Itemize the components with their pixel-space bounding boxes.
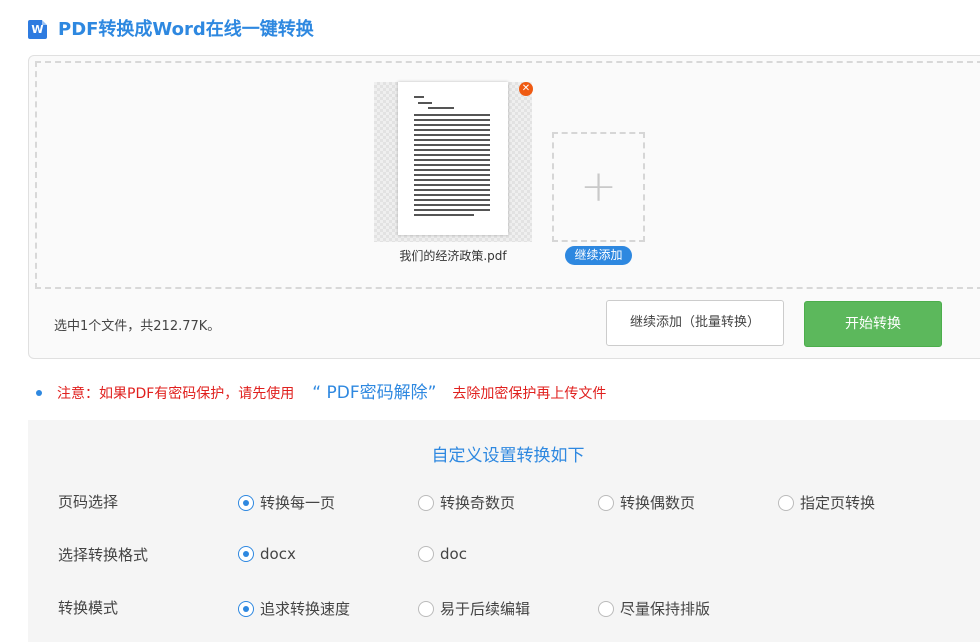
settings-title: 自定义设置转换如下 xyxy=(431,446,585,466)
option-mode-editable[interactable]: 易于后续编辑 xyxy=(418,598,530,619)
radio-checked-icon xyxy=(238,600,254,617)
option-convert-even-pages[interactable]: 转换偶数页 xyxy=(598,492,695,513)
notice-suffix: 去除加密保护再上传文件 xyxy=(452,386,607,402)
page-selection-label: 页码选择 xyxy=(58,493,119,511)
radio-unchecked-icon xyxy=(598,600,614,617)
word-icon: W xyxy=(28,20,47,39)
selected-files-info: 选中1个文件，共212.77K。 xyxy=(54,319,221,334)
pdf-unlock-link[interactable]: “ PDF密码解除” xyxy=(312,383,436,403)
option-mode-keep-layout[interactable]: 尽量保持排版 xyxy=(598,598,710,619)
file-name: 我们的经济政策.pdf xyxy=(399,249,507,263)
add-more-badge[interactable]: 继续添加 xyxy=(565,246,632,265)
continue-add-batch-button[interactable]: 继续添加（批量转换） xyxy=(606,300,784,346)
conversion-mode-label: 转换模式 xyxy=(58,599,119,617)
plus-icon: + xyxy=(580,161,617,212)
radio-checked-icon xyxy=(238,494,254,511)
option-format-doc[interactable]: doc xyxy=(418,545,467,563)
start-convert-button[interactable]: 开始转换 xyxy=(804,301,942,347)
option-mode-speed[interactable]: 追求转换速度 xyxy=(238,598,350,619)
password-notice: 注意：如果PDF有密码保护，请先使用 “ PDF密码解除” 去除加密保护再上传文件 xyxy=(57,383,606,404)
page-title: PDF转换成Word在线一键转换 xyxy=(58,19,314,40)
format-selection-label: 选择转换格式 xyxy=(58,546,149,564)
pdf-page-thumbnail xyxy=(398,82,508,235)
option-format-docx[interactable]: docx xyxy=(238,545,296,563)
radio-unchecked-icon xyxy=(418,600,434,617)
radio-unchecked-icon xyxy=(418,494,434,511)
add-file-tile[interactable]: + xyxy=(552,132,645,242)
radio-checked-icon xyxy=(238,546,254,562)
option-specify-pages[interactable]: 指定页转换 xyxy=(778,492,875,513)
notice-prefix: 注意：如果PDF有密码保护，请先使用 xyxy=(57,386,295,402)
remove-file-button[interactable]: ✕ xyxy=(519,82,533,96)
radio-unchecked-icon xyxy=(778,494,794,511)
bullet-icon xyxy=(36,390,42,396)
option-convert-odd-pages[interactable]: 转换奇数页 xyxy=(418,492,515,513)
radio-unchecked-icon xyxy=(418,546,434,562)
radio-unchecked-icon xyxy=(598,494,614,511)
option-convert-every-page[interactable]: 转换每一页 xyxy=(238,492,335,513)
